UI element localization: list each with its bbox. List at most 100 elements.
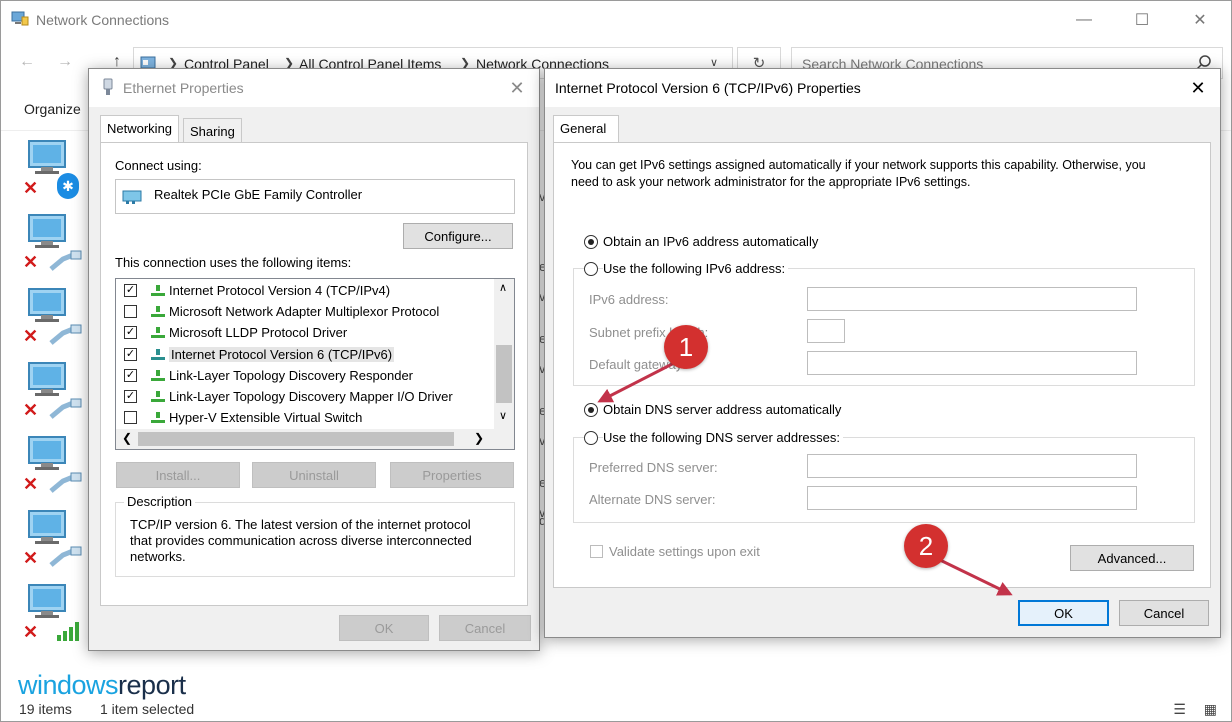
annotation-badge-2: 2 bbox=[904, 524, 948, 568]
install-button[interactable]: Install... bbox=[116, 462, 240, 488]
organize-menu[interactable]: Organize bbox=[24, 101, 81, 117]
maximize-button[interactable]: ☐ bbox=[1117, 1, 1167, 39]
network-adapter-item[interactable]: ✕ bbox=[19, 285, 89, 359]
logo-part-report: report bbox=[118, 670, 186, 700]
forward-arrow-icon[interactable]: → bbox=[57, 53, 73, 71]
ipv6-title: Internet Protocol Version 6 (TCP/IPv6) P… bbox=[555, 80, 861, 96]
protocol-list-item[interactable]: ✓ Internet Protocol Version 4 (TCP/IPv4) bbox=[116, 280, 494, 301]
vertical-scrollbar[interactable]: ∧ ∨ bbox=[494, 279, 514, 429]
protocol-list-item[interactable]: Microsoft Network Adapter Multiplexor Pr… bbox=[116, 301, 494, 322]
ethernet-ok-button[interactable]: OK bbox=[339, 615, 429, 641]
minimize-button[interactable]: — bbox=[1059, 1, 1109, 39]
close-button[interactable]: ✕ bbox=[1175, 1, 1225, 39]
network-adapter-item[interactable]: ✕ bbox=[19, 359, 89, 433]
obtain-dns-auto-label[interactable]: Obtain DNS server address automatically bbox=[603, 402, 841, 417]
obtain-ip-auto-label[interactable]: Obtain an IPv6 address automatically bbox=[603, 234, 818, 249]
protocol-checkbox[interactable]: ✓ bbox=[124, 284, 137, 297]
disconnected-x-icon: ✕ bbox=[23, 326, 39, 346]
validate-label[interactable]: Validate settings upon exit bbox=[609, 544, 760, 559]
adapter-name: Realtek PCIe GbE Family Controller bbox=[154, 187, 363, 202]
scroll-left-icon[interactable]: ❮ bbox=[122, 431, 132, 445]
ethernet-cable-icon bbox=[49, 250, 82, 271]
large-icons-view-icon[interactable]: ▦ bbox=[1204, 701, 1217, 717]
details-view-icon[interactable]: ☰ bbox=[1173, 701, 1186, 717]
ipv6-close-button[interactable]: ✕ bbox=[1184, 75, 1212, 101]
description-text: TCP/IP version 6. The latest version of … bbox=[130, 517, 472, 564]
protocol-list-item[interactable]: ✓ Internet Protocol Version 6 (TCP/IPv6) bbox=[116, 344, 494, 365]
protocol-icon bbox=[151, 412, 165, 424]
ipv6-cancel-button[interactable]: Cancel bbox=[1119, 600, 1209, 626]
use-following-ip-label[interactable]: Use the following IPv6 address: bbox=[603, 261, 789, 276]
protocol-list-item[interactable]: ✓ Microsoft LLDP Protocol Driver bbox=[116, 322, 494, 343]
protocol-label: Internet Protocol Version 6 (TCP/IPv6) bbox=[169, 346, 395, 362]
tab-sharing[interactable]: Sharing bbox=[183, 118, 242, 142]
use-following-dns-radio[interactable] bbox=[584, 431, 598, 445]
connect-using-label: Connect using: bbox=[115, 158, 202, 173]
network-adapter-item[interactable]: ✕ bbox=[19, 581, 89, 655]
obtain-dns-auto-radio[interactable] bbox=[584, 403, 598, 417]
ethernet-adapter-icon bbox=[103, 78, 113, 95]
disconnected-x-icon: ✕ bbox=[23, 178, 39, 198]
validate-checkbox[interactable] bbox=[590, 545, 603, 558]
uninstall-button[interactable]: Uninstall bbox=[252, 462, 376, 488]
hscroll-thumb[interactable] bbox=[138, 432, 454, 446]
protocol-icon bbox=[151, 348, 165, 360]
scroll-right-icon[interactable]: ❯ bbox=[474, 431, 484, 445]
monitor-icon bbox=[28, 584, 66, 618]
ethernet-cable-icon bbox=[49, 398, 82, 419]
protocol-checkbox[interactable] bbox=[124, 305, 137, 319]
network-adapter-item[interactable]: ✕ bbox=[19, 211, 89, 285]
disconnected-x-icon: ✕ bbox=[23, 474, 39, 494]
properties-button[interactable]: Properties bbox=[390, 462, 514, 488]
scroll-down-icon[interactable]: ∨ bbox=[499, 409, 507, 422]
subnet-prefix-field[interactable] bbox=[807, 319, 845, 343]
configure-button[interactable]: Configure... bbox=[403, 223, 513, 249]
ethernet-cable-icon bbox=[49, 324, 82, 345]
view-toggle[interactable]: ☰ ▦ bbox=[1173, 701, 1217, 718]
dns-group: Preferred DNS server: Alternate DNS serv… bbox=[573, 437, 1195, 523]
tab-general[interactable]: General bbox=[553, 115, 619, 143]
protocol-checkbox[interactable]: ✓ bbox=[124, 390, 137, 403]
explorer-titlebar: Network Connections — ☐ ✕ bbox=[1, 1, 1231, 39]
scroll-up-icon[interactable]: ∧ bbox=[499, 281, 507, 294]
status-item-count: 19 items bbox=[19, 701, 72, 717]
ethernet-cable-icon bbox=[49, 546, 82, 567]
protocol-list-item[interactable]: ✓ Link-Layer Topology Discovery Mapper I/… bbox=[116, 386, 494, 407]
protocol-checkbox[interactable]: ✓ bbox=[124, 368, 137, 382]
alternate-dns-field[interactable] bbox=[807, 486, 1137, 510]
network-adapter-icon bbox=[122, 190, 142, 204]
ipv6-ok-button[interactable]: OK bbox=[1018, 600, 1109, 626]
protocol-checkbox[interactable]: ✓ bbox=[124, 326, 137, 340]
advanced-button[interactable]: Advanced... bbox=[1070, 545, 1194, 571]
monitor-icon bbox=[28, 288, 66, 322]
back-arrow-icon[interactable]: ← bbox=[19, 53, 35, 71]
protocol-list-item[interactable]: ✓ Link-Layer Topology Discovery Responder bbox=[116, 365, 494, 386]
general-panel: You can get IPv6 settings assigned autom… bbox=[553, 142, 1211, 588]
disconnected-x-icon: ✕ bbox=[23, 548, 39, 568]
items-label: This connection uses the following items… bbox=[115, 255, 352, 270]
ethernet-close-button[interactable]: ✕ bbox=[503, 75, 531, 101]
protocol-checkbox[interactable]: ✓ bbox=[124, 347, 137, 361]
close-icon: ✕ bbox=[1190, 77, 1206, 98]
protocol-list[interactable]: ∧ ∨ ❮ ❯ ✓ Internet Protocol Version 4 (TC… bbox=[115, 278, 515, 450]
ethernet-cancel-button[interactable]: Cancel bbox=[439, 615, 531, 641]
default-gateway-field[interactable] bbox=[807, 351, 1137, 375]
protocol-icon bbox=[151, 285, 165, 296]
network-adapter-item[interactable]: ✕ bbox=[19, 507, 89, 581]
ipv6-address-field[interactable] bbox=[807, 287, 1137, 311]
tab-networking[interactable]: Networking bbox=[100, 115, 180, 143]
preferred-dns-field[interactable] bbox=[807, 454, 1137, 478]
use-following-ip-radio[interactable] bbox=[584, 262, 598, 276]
protocol-list-item[interactable]: Hyper-V Extensible Virtual Switch bbox=[116, 407, 494, 428]
network-adapter-item[interactable]: ✕ ✱ bbox=[19, 137, 89, 211]
close-icon: ✕ bbox=[509, 77, 525, 98]
ipv6-titlebar: Internet Protocol Version 6 (TCP/IPv6) P… bbox=[545, 69, 1220, 107]
use-following-dns-label[interactable]: Use the following DNS server addresses: bbox=[603, 430, 843, 445]
explorer-title: Network Connections bbox=[36, 12, 170, 28]
obtain-ip-auto-radio[interactable] bbox=[584, 235, 598, 249]
horizontal-scrollbar[interactable]: ❮ ❯ bbox=[116, 429, 514, 449]
scroll-thumb[interactable] bbox=[496, 345, 512, 403]
protocol-checkbox[interactable] bbox=[124, 411, 137, 425]
network-adapter-item[interactable]: ✕ bbox=[19, 433, 89, 507]
logo-part-windows: windows bbox=[18, 670, 119, 700]
